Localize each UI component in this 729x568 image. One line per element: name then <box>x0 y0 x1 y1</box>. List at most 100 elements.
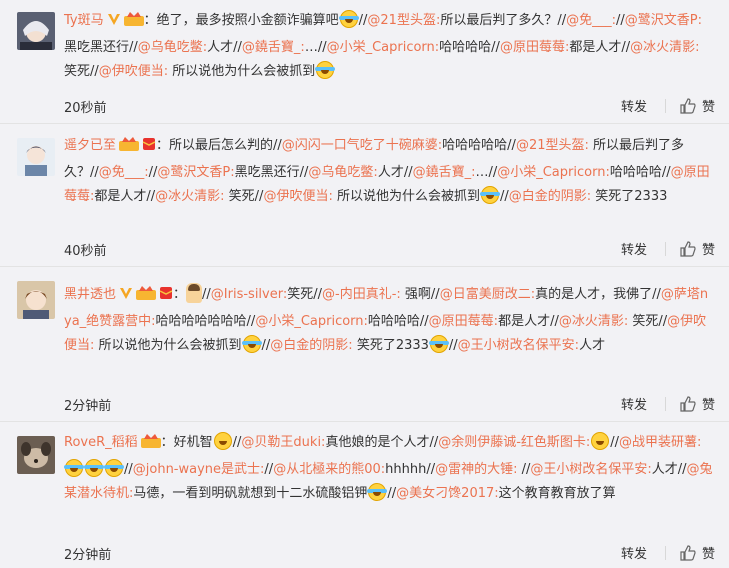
avatar[interactable] <box>17 281 55 319</box>
mention-link[interactable]: @小栄_Capricorn: <box>255 314 368 329</box>
thumbs-up-icon <box>680 544 696 561</box>
vip-crown-icon <box>136 285 157 310</box>
laugh-cry-emoji <box>479 186 500 204</box>
comment-time: 40秒前 <box>64 244 107 259</box>
verified-v-icon <box>119 285 133 310</box>
thumbs-up-icon <box>680 97 696 114</box>
divider <box>664 98 666 113</box>
smirk-emoji <box>213 432 232 450</box>
mention-link[interactable]: @冰火清影: <box>155 189 224 204</box>
mention-link[interactable]: @21型头盔: <box>367 13 440 28</box>
grin-emoji <box>591 432 610 450</box>
mention-link[interactable]: @雷神的大锤: <box>435 462 517 477</box>
mention-link[interactable]: @鹭沢文香P: <box>625 13 702 28</box>
vip-crown-icon <box>140 433 161 458</box>
comment-content: Ty斑马 ：绝了，最多按照小金额诈骗算吧//@21型头盔:所以最后判了多久？//@… <box>64 9 714 85</box>
verified-v-icon <box>107 11 121 36</box>
mention-link[interactable]: @王小树改名保平安: <box>458 338 579 353</box>
vip-crown-icon <box>119 136 140 161</box>
divider <box>664 241 666 256</box>
like-button[interactable]: 赞 <box>680 239 715 258</box>
mention-link[interactable]: @-内田真礼-: <box>322 287 401 302</box>
mention-link[interactable]: @john-wayne是武士: <box>133 462 265 477</box>
comment-text: ：绝了，最多按照小金额诈骗算吧 <box>143 13 339 28</box>
divider <box>664 396 666 411</box>
mention-link[interactable]: @Iris-silver: <box>211 287 287 302</box>
mention-link[interactable]: @闪闪一口气吃了十碗麻婆: <box>282 138 442 153</box>
username-link[interactable]: Ty斑马 <box>64 13 104 28</box>
mention-link[interactable]: @免___: <box>566 13 616 28</box>
mention-link[interactable]: @冰火清影: <box>630 40 699 55</box>
mention-link[interactable]: @原田莓莓: <box>429 314 498 329</box>
comment-actions: 转发 赞 <box>621 239 715 258</box>
mention-link[interactable]: @鐃舌寶_: <box>242 40 305 55</box>
mention-link[interactable]: @小栄_Capricorn: <box>327 40 440 55</box>
comment-content: 黑井透也：//@Iris-silver:笑死//@-内田真礼-: 强啊//@日富… <box>64 283 714 359</box>
laugh-cry-emoji <box>428 335 449 353</box>
repost-button[interactable]: 转发 <box>621 543 647 562</box>
comment-time: 2分钟前 <box>64 399 112 414</box>
comment-item: Ty斑马 ：绝了，最多按照小金额诈骗算吧//@21型头盔:所以最后判了多久？//@… <box>0 0 729 124</box>
comment-text: ：好机智 <box>160 435 213 450</box>
laugh-cry-emoji <box>241 335 262 353</box>
mention-link[interactable]: @贝勒王duki: <box>241 435 325 450</box>
comment-actions: 转发 赞 <box>621 394 715 413</box>
mention-link[interactable]: @战甲装研薯: <box>619 435 701 450</box>
thumbs-up-icon <box>680 395 696 412</box>
comment-content: 遥夕已至 ：所以最后怎么判的//@闪闪一口气吃了十碗麻婆:哈哈哈哈哈//@21型头… <box>64 134 714 210</box>
red-envelope-icon <box>142 136 156 161</box>
mention-link[interactable]: @王小树改名保平安: <box>530 462 651 477</box>
laugh-cry-emoji <box>104 458 124 477</box>
comment-actions: 转发 赞 <box>621 543 715 562</box>
like-button[interactable]: 赞 <box>680 394 715 413</box>
thumbs-up-icon <box>680 240 696 257</box>
comment-actions: 转发 赞 <box>621 96 715 115</box>
avatar[interactable] <box>17 436 55 474</box>
mention-link[interactable]: @伊吹便当: <box>263 189 332 204</box>
repost-button[interactable]: 转发 <box>621 394 647 413</box>
avatar[interactable] <box>17 12 55 50</box>
mention-link[interactable]: @余则伊藤诚-红色斯图卡: <box>438 435 590 450</box>
laugh-cry-emoji <box>64 458 84 477</box>
comment-time: 2分钟前 <box>64 548 112 563</box>
like-button[interactable]: 赞 <box>680 96 715 115</box>
username-link[interactable]: RoveR_稻稻 <box>64 435 138 450</box>
comment-item: RoveR_稻稻 ：好机智 //@贝勒王duki:真他娘的是个人才//@余则伊藤诚-… <box>0 422 729 568</box>
username-link[interactable]: 遥夕已至 <box>64 138 116 153</box>
repost-button[interactable]: 转发 <box>621 239 647 258</box>
sticker-emoji <box>186 283 203 303</box>
comment-text: //@美女刁馋2017:这个教育教育放了算 <box>387 486 616 501</box>
comment-text: ： <box>173 287 187 302</box>
comment-text: //@贝勒王duki:真他娘的是个人才//@余则伊藤诚-红色斯图卡: <box>232 435 591 450</box>
mention-link[interactable]: @小栄_Capricorn: <box>497 165 610 180</box>
mention-link[interactable]: @鹭沢文香P: <box>157 165 234 180</box>
mention-link[interactable]: @原田莓莓: <box>500 40 569 55</box>
mention-link[interactable]: @从北極来的熊00: <box>273 462 385 477</box>
mention-link[interactable]: @鐃舌寶_: <box>413 165 476 180</box>
comment-item: 黑井透也：//@Iris-silver:笑死//@-内田真礼-: 强啊//@日富… <box>0 267 729 422</box>
mention-link[interactable]: @白金的阴影: <box>509 189 591 204</box>
mention-link[interactable]: @日富美厨改二: <box>440 287 535 302</box>
comment-text: //@白金的阴影: 笑死了2333 <box>499 189 668 204</box>
mention-link[interactable]: @乌龟吃鳖: <box>138 40 207 55</box>
like-button[interactable]: 赞 <box>680 543 715 562</box>
mention-link[interactable]: @美女刁馋2017: <box>396 486 498 501</box>
vip-crown-icon <box>123 11 144 36</box>
mention-link[interactable]: @乌龟吃鳖: <box>308 165 377 180</box>
laugh-cry-emoji <box>84 458 104 477</box>
repost-button[interactable]: 转发 <box>621 96 647 115</box>
mention-link[interactable]: @白金的阴影: <box>270 338 352 353</box>
comment-time: 20秒前 <box>64 101 107 116</box>
comment-content: RoveR_稻稻 ：好机智 //@贝勒王duki:真他娘的是个人才//@余则伊藤诚-… <box>64 431 714 507</box>
laugh-cry-emoji <box>315 61 336 79</box>
mention-link[interactable]: @21型头盔: <box>516 138 589 153</box>
like-label: 赞 <box>701 547 715 562</box>
mention-link[interactable]: @免___: <box>99 165 149 180</box>
avatar[interactable] <box>17 138 55 176</box>
comment-item: 遥夕已至 ：所以最后怎么判的//@闪闪一口气吃了十碗麻婆:哈哈哈哈哈//@21型头… <box>0 124 729 267</box>
mention-link[interactable]: @伊吹便当: <box>99 64 168 79</box>
comment-text: //@战甲装研薯: <box>610 435 702 450</box>
like-label: 赞 <box>701 100 715 115</box>
username-link[interactable]: 黑井透也 <box>64 287 116 302</box>
mention-link[interactable]: @冰火清影: <box>559 314 628 329</box>
